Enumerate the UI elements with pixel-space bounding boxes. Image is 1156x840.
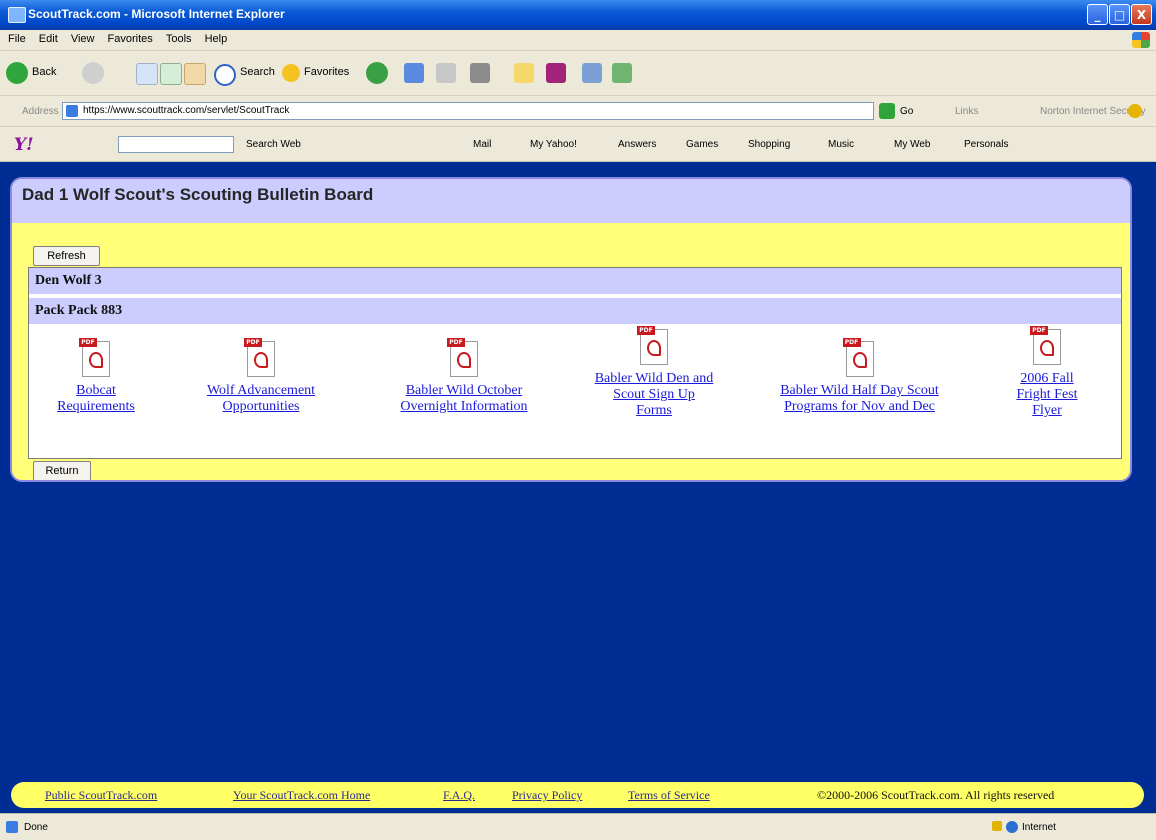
ie-icon: [8, 7, 26, 23]
yahoo-search-input[interactable]: [118, 136, 234, 153]
yahoo-answers-button[interactable]: Answers: [618, 139, 656, 150]
menu-bar: File Edit View Favorites Tools Help: [0, 30, 1156, 51]
window-title: ScoutTrack.com - Microsoft Internet Expl…: [28, 7, 285, 21]
yahoo-personals-button[interactable]: Personals: [964, 139, 1008, 150]
edit-icon[interactable]: [470, 63, 490, 83]
forward-icon[interactable]: [82, 62, 104, 84]
windows-logo-icon: [1132, 32, 1150, 48]
pdf-icon[interactable]: PDF: [637, 326, 671, 366]
favorites-button-label[interactable]: Favorites: [304, 66, 349, 78]
maximize-button[interactable]: □: [1109, 4, 1130, 25]
yahoo-icon[interactable]: [546, 63, 566, 83]
pack-section-header: Pack Pack 883: [29, 298, 1121, 324]
status-text: Done: [24, 822, 48, 833]
doc-link-wolf-advancement[interactable]: PDF Wolf Advancement Opportunities: [181, 338, 341, 415]
norton-icon[interactable]: [1128, 104, 1142, 118]
menu-file[interactable]: File: [8, 33, 26, 45]
yahoo-mail-button[interactable]: Mail: [473, 139, 491, 150]
footer-link-faq[interactable]: F.A.Q.: [443, 788, 475, 803]
pdf-icon[interactable]: PDF: [1030, 326, 1064, 366]
close-button[interactable]: X: [1131, 4, 1152, 25]
doc-link-babler-half-day[interactable]: PDF Babler Wild Half Day Scout Programs …: [747, 338, 972, 415]
footer-bar: Public ScoutTrack.com Your ScoutTrack.co…: [11, 782, 1144, 808]
menu-favorites[interactable]: Favorites: [108, 33, 153, 45]
standard-toolbar: Back Search Favorites: [0, 51, 1156, 96]
page-done-icon: [6, 821, 18, 833]
mail-icon[interactable]: [404, 63, 424, 83]
footer-link-privacy[interactable]: Privacy Policy: [512, 788, 582, 803]
security-zone-label: Internet: [1022, 822, 1056, 833]
page-content: Dad 1 Wolf Scout's Scouting Bulletin Boa…: [0, 162, 1156, 813]
history-icon[interactable]: [366, 62, 388, 84]
minimize-button[interactable]: _: [1087, 4, 1108, 25]
page-icon: [66, 105, 78, 117]
pdf-icon[interactable]: PDF: [244, 338, 278, 378]
menu-tools[interactable]: Tools: [166, 33, 192, 45]
lock-icon[interactable]: [992, 821, 1002, 831]
yahoo-my-yahoo-button[interactable]: My Yahoo!: [530, 139, 577, 150]
go-icon[interactable]: [879, 103, 895, 119]
print-icon[interactable]: [436, 63, 456, 83]
yahoo-music-button[interactable]: Music: [828, 139, 854, 150]
folder-icon[interactable]: [514, 63, 534, 83]
doc-link-babler-den-signup[interactable]: PDF Babler Wild Den and Scout Sign Up Fo…: [564, 326, 744, 419]
favorites-star-icon[interactable]: [282, 64, 300, 82]
den-section-header: Den Wolf 3: [29, 268, 1121, 294]
stop-icon[interactable]: [136, 63, 158, 85]
address-label: Address: [22, 106, 59, 117]
back-button-label[interactable]: Back: [32, 66, 56, 78]
pdf-icon[interactable]: PDF: [842, 338, 877, 378]
yahoo-shopping-button[interactable]: Shopping: [748, 139, 790, 150]
pdf-icon[interactable]: PDF: [447, 338, 481, 378]
pdf-icon[interactable]: PDF: [79, 338, 113, 378]
yahoo-games-button[interactable]: Games: [686, 139, 718, 150]
address-input[interactable]: https://www.scouttrack.com/servlet/Scout…: [62, 102, 874, 120]
research-icon[interactable]: [582, 63, 602, 83]
links-button[interactable]: Links: [955, 106, 978, 117]
doc-link-fright-fest[interactable]: PDF 2006 Fall Fright Fest Flyer: [992, 326, 1102, 419]
yahoo-logo[interactable]: Y!: [14, 135, 34, 155]
address-bar: Address https://www.scouttrack.com/servl…: [0, 96, 1156, 127]
footer-link-public[interactable]: Public ScoutTrack.com: [45, 788, 157, 803]
footer-link-home[interactable]: Your ScoutTrack.com Home: [233, 788, 370, 803]
yahoo-search-web-button[interactable]: Search Web: [246, 139, 301, 150]
yahoo-toolbar: Y! Search Web Mail My Yahoo! Answers Gam…: [0, 127, 1156, 162]
yahoo-my-web-button[interactable]: My Web: [894, 139, 931, 150]
documents-panel: Den Wolf 3 Pack Pack 883 PDF Bobcat Requ…: [28, 267, 1122, 459]
search-button-label[interactable]: Search: [240, 66, 275, 78]
menu-help[interactable]: Help: [205, 33, 228, 45]
footer-link-terms[interactable]: Terms of Service: [628, 788, 710, 803]
menu-edit[interactable]: Edit: [39, 33, 58, 45]
copyright-text: ©2000-2006 ScoutTrack.com. All rights re…: [817, 788, 1055, 802]
home-icon[interactable]: [184, 63, 206, 85]
messenger-icon[interactable]: [612, 63, 632, 83]
status-bar: Done Internet: [0, 813, 1156, 840]
doc-link-bobcat[interactable]: PDF Bobcat Requirements: [41, 338, 151, 415]
return-button[interactable]: Return: [33, 461, 91, 480]
menu-view[interactable]: View: [71, 33, 95, 45]
back-icon[interactable]: [6, 62, 28, 84]
bulletin-board: Dad 1 Wolf Scout's Scouting Bulletin Boa…: [10, 177, 1132, 482]
refresh-button[interactable]: Refresh: [33, 246, 100, 266]
go-button[interactable]: Go: [900, 106, 913, 117]
doc-link-babler-october[interactable]: PDF Babler Wild October Overnight Inform…: [374, 338, 554, 415]
search-icon[interactable]: [214, 64, 236, 86]
title-bar: ScoutTrack.com - Microsoft Internet Expl…: [0, 0, 1156, 30]
refresh-icon[interactable]: [160, 63, 182, 85]
page-title: Dad 1 Wolf Scout's Scouting Bulletin Boa…: [22, 185, 374, 204]
board-header: Dad 1 Wolf Scout's Scouting Bulletin Boa…: [12, 179, 1130, 223]
globe-icon: [1006, 821, 1018, 833]
